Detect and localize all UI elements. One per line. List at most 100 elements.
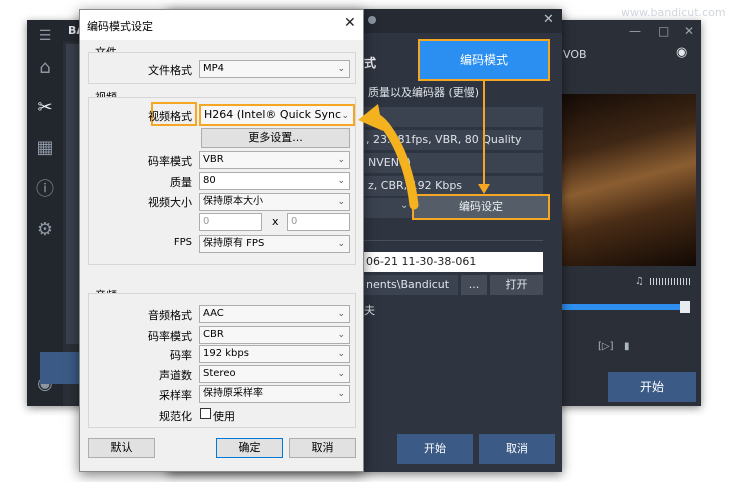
encoder-info-field: NVENC)	[362, 153, 543, 173]
frame-step-icon[interactable]: [▷]	[598, 341, 614, 352]
video-preview[interactable]	[562, 94, 696, 266]
video-size-select[interactable]: 保持原本大小 ⌄	[199, 193, 350, 211]
join-icon[interactable]: ▦	[33, 136, 57, 160]
encode-mode-button[interactable]: 编码模式	[418, 39, 550, 81]
chevron-down-icon: ⌄	[337, 197, 345, 207]
chevron-down-icon: ⌄	[337, 369, 345, 379]
main-left-panel	[66, 44, 80, 344]
fps-value: 保持原有 FPS	[203, 238, 265, 249]
chevron-down-icon: ⌄	[337, 64, 345, 74]
close-icon[interactable]: ✕	[543, 12, 554, 27]
more-settings-button[interactable]: 更多设置...	[201, 128, 350, 148]
bitrate-mode-select[interactable]: VBR ⌄	[199, 151, 350, 169]
channels-select[interactable]: Stereo ⌄	[199, 365, 350, 383]
cut-icon[interactable]: ✂	[33, 96, 57, 120]
chevron-down-icon: ⌄	[337, 330, 345, 340]
audio-bitrate-select[interactable]: 192 kbps ⌄	[199, 345, 350, 363]
chevron-down-icon: ⌄	[337, 309, 345, 319]
ok-button[interactable]: 确定	[216, 438, 283, 458]
filename-input[interactable]: 06-21 11-30-38-061	[362, 252, 543, 272]
preview-file-label: VOB	[563, 48, 587, 61]
audio-bitrate-mode-value: CBR	[203, 329, 224, 340]
output-folder-field[interactable]: nents\Bandicut	[362, 275, 458, 295]
quality-label: 质量	[170, 176, 192, 189]
encoder-info: NVENC)	[368, 156, 411, 169]
audio-bitrate-mode-label: 码率模式	[148, 330, 192, 343]
cancel-button[interactable]: 取消	[479, 434, 555, 464]
browse-button[interactable]: ...	[461, 275, 487, 295]
gear-icon[interactable]: ⚙	[33, 218, 57, 242]
normalize-checkbox[interactable]	[200, 408, 211, 419]
normalize-label: 规范化	[159, 410, 192, 423]
normalize-checkbox-label: 使用	[213, 410, 235, 423]
encode-settings-button[interactable]: 编码设定	[412, 194, 550, 220]
home-icon[interactable]: ⌂	[33, 56, 57, 80]
minimize-icon[interactable]: —	[629, 24, 641, 38]
chevron-down-icon: ⌄	[337, 239, 345, 249]
menu-icon[interactable]: ☰	[33, 24, 57, 48]
sample-rate-select[interactable]: 保持原采样率 ⌄	[199, 385, 350, 403]
camera-icon[interactable]: ◉	[676, 45, 687, 60]
default-button[interactable]: 默认	[88, 438, 155, 458]
sample-rate-value: 保持原采样率	[203, 388, 263, 399]
main-sidebar: ☰ ⌂ ✂ ▦ ⓘ ⚙ ◉	[27, 20, 63, 406]
blank-field	[362, 107, 543, 127]
audio-bitrate-value: 192 kbps	[203, 348, 249, 359]
audio-bitrate-mode-select[interactable]: CBR ⌄	[199, 326, 350, 344]
file-format-select[interactable]: MP4 ⌄	[199, 60, 350, 78]
chevron-down-icon: ⌄	[400, 200, 409, 211]
height-input[interactable]: 0	[287, 213, 350, 231]
dialog-title: 编码模式设定	[87, 20, 153, 33]
sample-rate-label: 采样率	[159, 389, 192, 402]
chevron-down-icon: ⌄	[341, 111, 349, 121]
audio-format-label: 音频格式	[148, 309, 192, 322]
truncated-label: 夫	[364, 304, 375, 317]
bitrate-mode-value: VBR	[203, 154, 224, 165]
main-start-button[interactable]: 开始	[608, 372, 696, 402]
audio-bitrate-label: 码率	[170, 349, 192, 362]
start-button[interactable]: 开始	[397, 434, 473, 464]
audio-info: z, CBR, 192 Kbps	[368, 179, 463, 192]
quality-encoder-label: 质量以及编码器 (更慢)	[368, 86, 480, 99]
fps-label: FPS	[173, 237, 192, 248]
seek-bar-fill	[562, 304, 686, 310]
channels-value: Stereo	[203, 368, 236, 379]
preset-dropdown[interactable]: ⌄	[362, 198, 412, 218]
close-icon[interactable]: ✕	[344, 15, 356, 31]
window-heading: 式	[364, 56, 377, 70]
quality-select[interactable]: 80 ⌄	[199, 172, 350, 190]
close-icon[interactable]: ✕	[684, 24, 694, 38]
file-format-value: MP4	[203, 63, 225, 74]
file-format-label: 文件格式	[148, 64, 192, 77]
audio-info-field: z, CBR, 192 Kbps	[362, 176, 543, 196]
volume-icon[interactable]: ♫	[635, 276, 644, 287]
audio-format-select[interactable]: AAC ⌄	[199, 305, 350, 323]
watermark: www.bandicut.com	[621, 6, 726, 19]
mark-end-icon[interactable]: ▮	[624, 341, 630, 352]
fps-select[interactable]: 保持原有 FPS ⌄	[199, 235, 350, 253]
chevron-down-icon: ⌄	[337, 349, 345, 359]
chevron-down-icon: ⌄	[337, 389, 345, 399]
bitrate-mode-label: 码率模式	[148, 155, 192, 168]
volume-bar[interactable]	[650, 278, 690, 285]
video-size-value: 保持原本大小	[203, 196, 263, 207]
video-format-value: H264 (Intel® Quick Sync	[204, 108, 342, 121]
window-dot-icon	[368, 16, 376, 24]
audio-format-value: AAC	[203, 308, 224, 319]
channels-label: 声道数	[159, 369, 192, 382]
video-info-field: , 23.781fps, VBR, 80 Quality	[362, 130, 543, 150]
video-info: , 23.781fps, VBR, 80 Quality	[366, 133, 522, 146]
divider	[362, 240, 543, 241]
info-icon[interactable]: ⓘ	[33, 178, 57, 202]
chevron-down-icon: ⌄	[337, 176, 345, 186]
size-separator: x	[272, 215, 279, 228]
width-input[interactable]: 0	[199, 213, 262, 231]
seek-bar-knob[interactable]	[680, 301, 690, 313]
video-format-select[interactable]: H264 (Intel® Quick Sync ⌄	[199, 104, 355, 126]
dialog-cancel-button[interactable]: 取消	[289, 438, 356, 458]
output-folder-path: nents\Bandicut	[366, 278, 450, 291]
open-folder-button[interactable]: 打开	[490, 275, 543, 295]
maximize-icon[interactable]: □	[658, 24, 669, 38]
main-left-button[interactable]	[40, 352, 80, 384]
video-size-label: 视频大小	[148, 196, 192, 209]
